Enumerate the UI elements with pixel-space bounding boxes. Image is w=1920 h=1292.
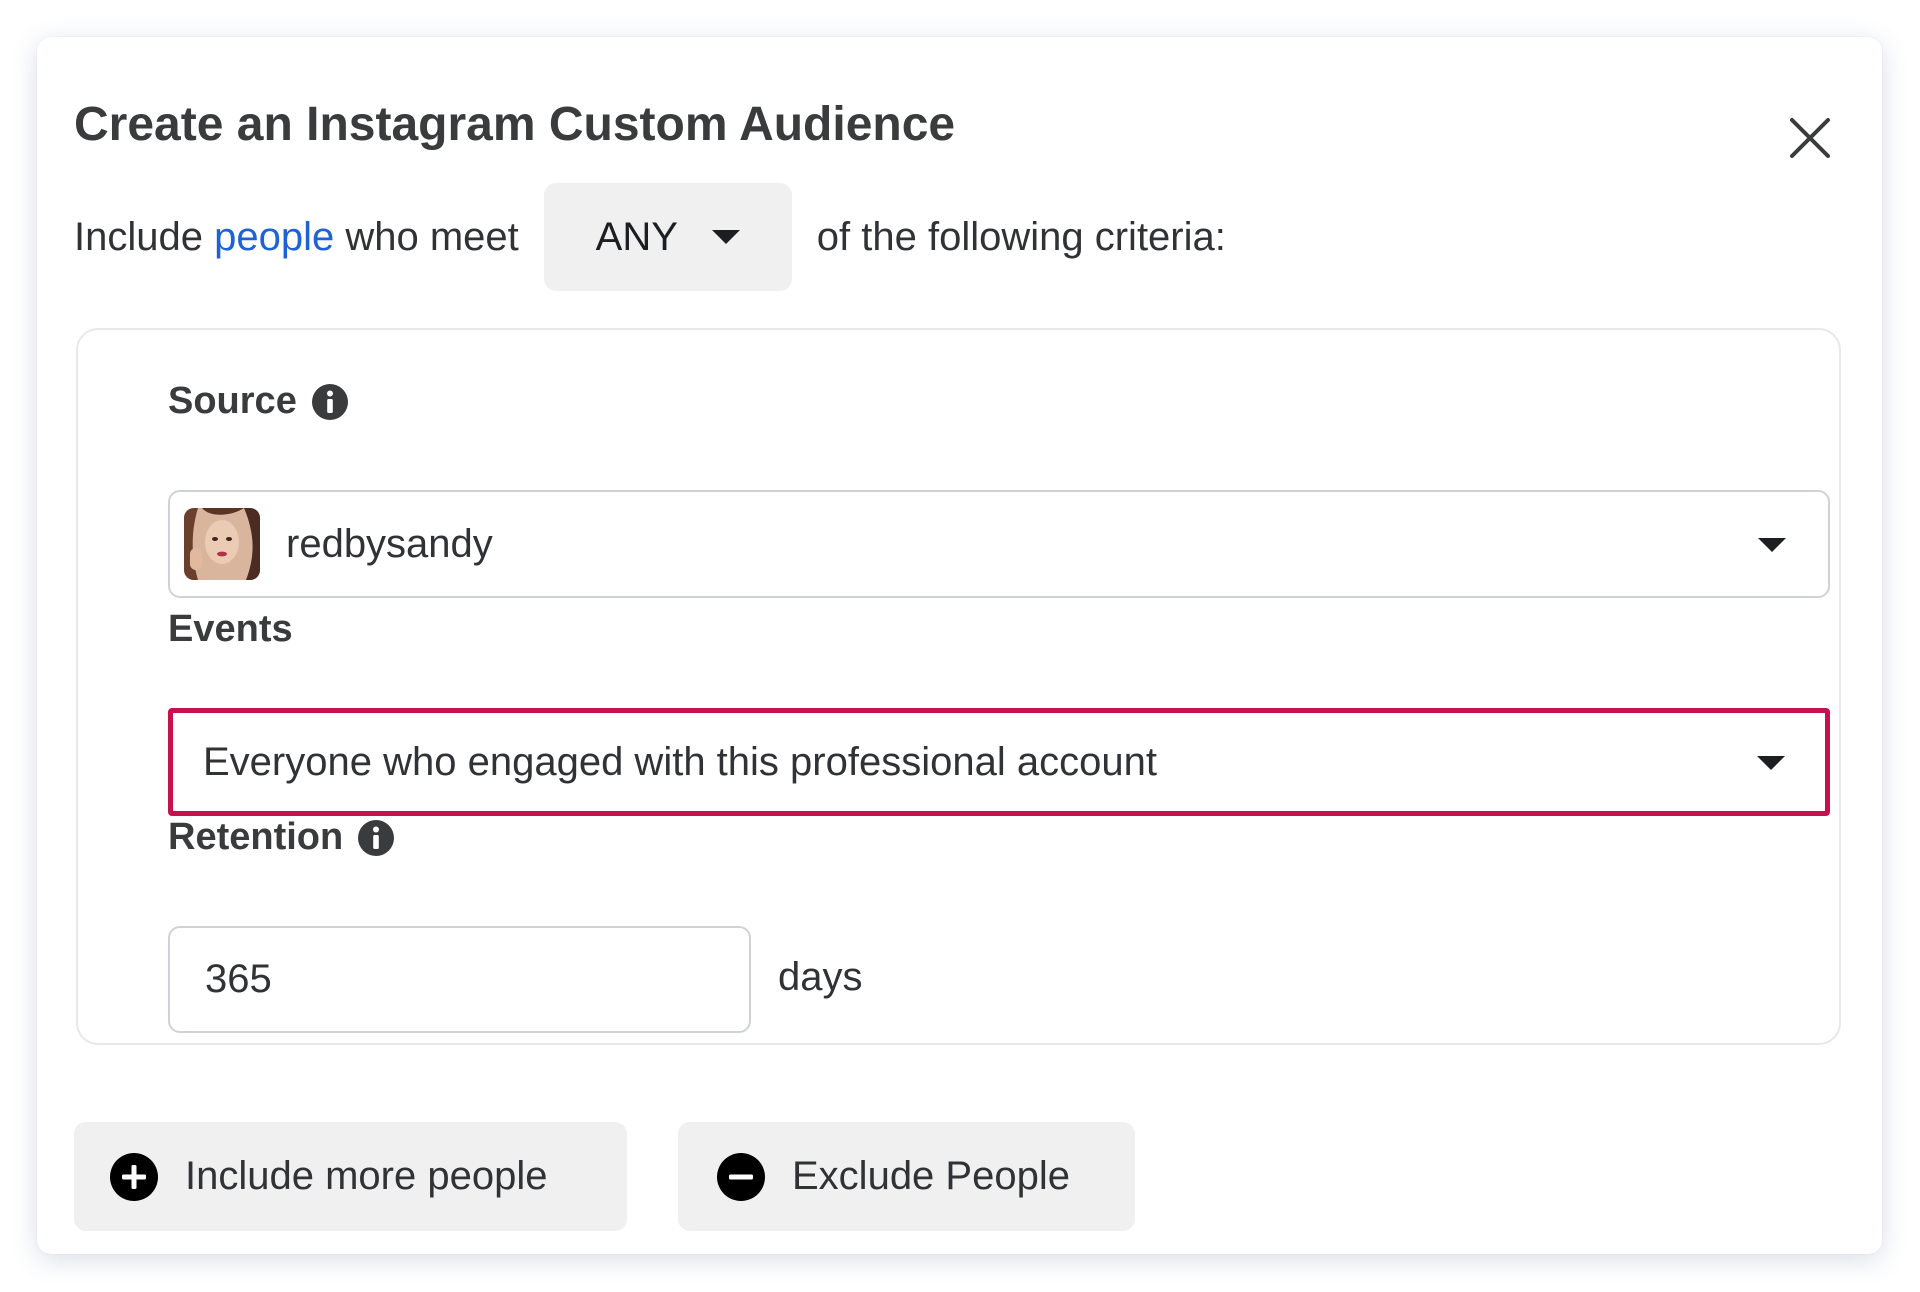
close-button[interactable] — [1782, 110, 1838, 166]
caret-down-icon — [1758, 538, 1786, 552]
close-icon — [1790, 118, 1830, 158]
criteria-row: Include people who meet ANY of the follo… — [74, 182, 1226, 292]
custom-audience-dialog: Create an Instagram Custom Audience Incl… — [37, 37, 1882, 1254]
caret-down-icon — [1757, 756, 1785, 770]
retention-label: Retention — [168, 816, 344, 858]
info-icon[interactable] — [357, 819, 395, 857]
exclude-people-label: Exclude People — [792, 1154, 1070, 1198]
minus-circle-icon — [717, 1152, 765, 1201]
account-avatar — [184, 508, 260, 580]
retention-input[interactable]: 365 — [168, 926, 751, 1033]
criteria-suffix: of the following criteria: — [816, 214, 1226, 259]
events-caret — [1757, 756, 1785, 775]
events-label-group: Events — [168, 608, 293, 651]
source-value: redbysandy — [286, 521, 493, 566]
profile-photo-icon — [184, 508, 260, 580]
events-label: Events — [168, 608, 293, 650]
people-link[interactable]: people — [214, 215, 334, 260]
caret-down-icon — [711, 230, 740, 244]
criteria-prefix: Include — [74, 214, 203, 259]
retention-label-group: Retention — [168, 816, 395, 859]
source-caret — [1758, 538, 1786, 557]
source-select[interactable]: redbysandy — [168, 490, 1830, 598]
source-label: Source — [168, 380, 297, 422]
info-icon[interactable] — [311, 383, 349, 421]
include-more-people-label: Include more people — [185, 1154, 548, 1198]
match-type-value: ANY — [595, 214, 678, 259]
exclude-people-button[interactable]: Exclude People — [678, 1122, 1135, 1231]
dialog-title: Create an Instagram Custom Audience — [74, 98, 956, 151]
source-label-group: Source — [168, 380, 349, 423]
criteria-middle: who meet — [345, 214, 519, 259]
match-type-dropdown[interactable]: ANY — [543, 183, 792, 291]
criteria-panel: Source redbysandy Events Everyone who en… — [76, 328, 1841, 1045]
events-value: Everyone who engaged with this professio… — [203, 739, 1157, 784]
include-more-people-button[interactable]: Include more people — [74, 1122, 627, 1231]
events-select[interactable]: Everyone who engaged with this professio… — [168, 708, 1830, 816]
plus-circle-icon — [110, 1152, 158, 1201]
retention-unit: days — [778, 955, 863, 999]
retention-value: 365 — [205, 957, 272, 1001]
